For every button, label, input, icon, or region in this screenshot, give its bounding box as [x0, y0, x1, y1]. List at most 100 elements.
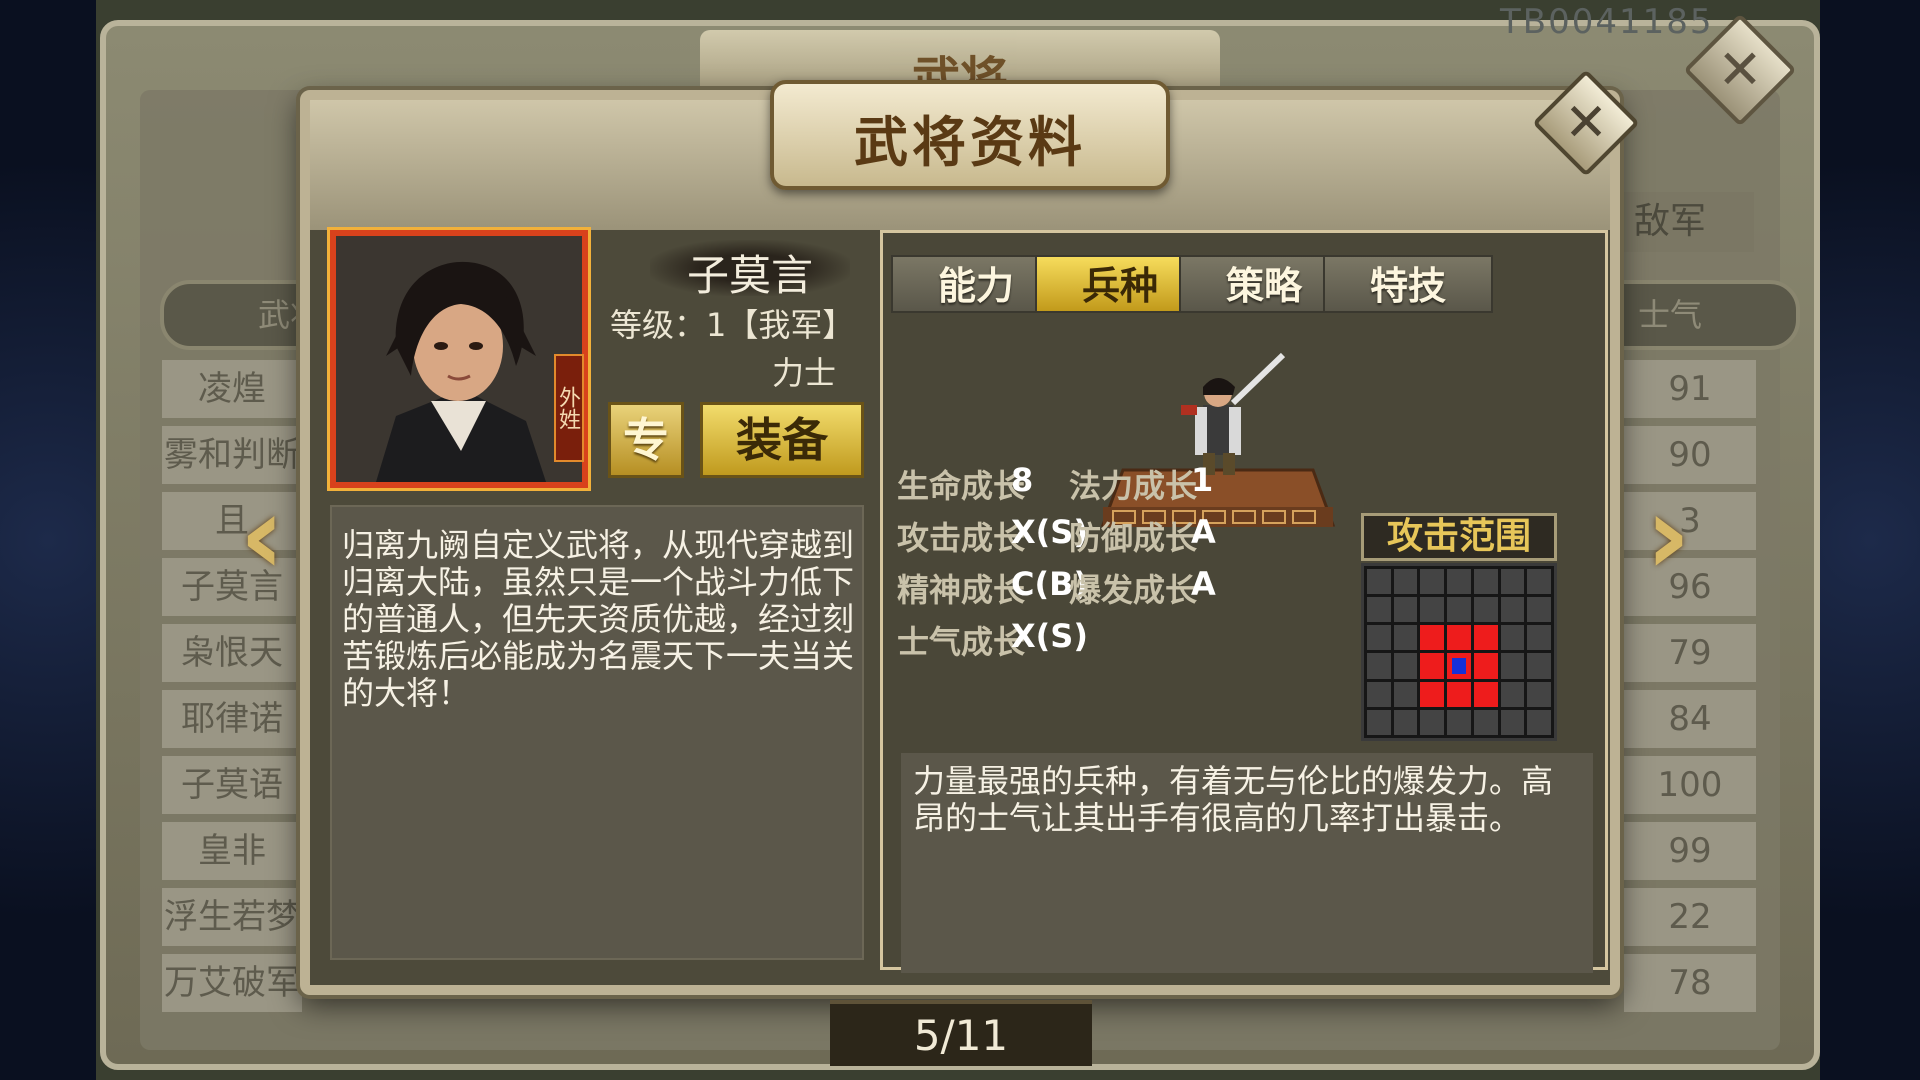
background-army-label: 敌军 — [1624, 192, 1754, 252]
range-cell — [1473, 709, 1498, 735]
range-cell — [1447, 597, 1471, 623]
stat-label-spirit: 精神成长 — [897, 571, 1026, 609]
left-edge-decor — [0, 0, 96, 1080]
unit-description-box: 力量最强的兵种，有着无与伦比的爆发力。高昂的士气让其出手有很高的几率打出暴击。 — [901, 753, 1593, 973]
range-cell — [1447, 681, 1471, 707]
background-value-row: 99 — [1624, 822, 1756, 880]
range-cell — [1393, 569, 1418, 595]
close-icon: ✕ — [1564, 93, 1608, 153]
range-cell — [1527, 653, 1551, 679]
range-cell — [1393, 597, 1418, 623]
background-code: TB0041185 — [1500, 2, 1714, 42]
background-value-row: 84 — [1624, 690, 1756, 748]
range-cell — [1500, 653, 1525, 679]
level-value: 1【我军】 — [706, 306, 855, 344]
range-cell — [1393, 681, 1418, 707]
range-cell — [1527, 681, 1551, 707]
range-cell — [1473, 597, 1498, 623]
range-cell — [1420, 653, 1445, 679]
general-level: 等级：1【我军】 — [610, 300, 854, 346]
general-portrait: 外姓 — [327, 227, 591, 491]
range-cell — [1500, 597, 1525, 623]
background-name-row: 枭恨天 — [162, 624, 302, 682]
background-name-list: 凌煌 雾和判断且子莫言 枭恨天 耶律诺 子莫语 皇非 浮生若梦 万艾破军 — [162, 360, 302, 1020]
range-cell — [1393, 709, 1418, 735]
stat-label-attack: 攻击成长 — [897, 519, 1026, 557]
equip-button[interactable]: 装备 — [700, 402, 864, 478]
stat-value-mp: 1 — [1191, 461, 1214, 499]
tab-skill[interactable]: 特技 — [1323, 255, 1493, 313]
background-value-list: 91 90 3 96 79 84 100 99 22 78 — [1624, 360, 1756, 1020]
range-cell — [1367, 709, 1391, 735]
attack-range-grid — [1361, 563, 1557, 741]
stat-value-hp: 8 — [1011, 461, 1034, 499]
stat-label-mp: 法力成长 — [1069, 467, 1198, 505]
general-unit-class: 力士 — [772, 354, 837, 392]
range-cell — [1500, 709, 1525, 735]
next-arrow-icon[interactable]: › — [1628, 480, 1708, 590]
stat-value-burst: A — [1191, 565, 1216, 603]
stat-label-burst: 爆发成长 — [1069, 571, 1198, 609]
right-edge-decor — [1820, 0, 1920, 1080]
background-name-row: 万艾破军 — [162, 954, 302, 1012]
general-bio: 归离九阙自定义武将，从现代穿越到归离大陆，虽然只是一个战斗力低下的普通人，但先天… — [342, 526, 855, 712]
range-cell — [1420, 625, 1445, 651]
range-cell — [1500, 569, 1525, 595]
stat-label-morale: 士气成长 — [897, 623, 1026, 661]
prev-arrow-icon[interactable]: ‹ — [222, 480, 302, 590]
stat-label-defense: 防御成长 — [1069, 519, 1198, 557]
background-name-row: 凌煌 — [162, 360, 302, 418]
background-value-row: 78 — [1624, 954, 1756, 1012]
range-cell — [1500, 625, 1525, 651]
background-name-row: 浮生若梦 — [162, 888, 302, 946]
background-value-row: 100 — [1624, 756, 1756, 814]
background-name-row: 子莫语 — [162, 756, 302, 814]
range-cell — [1527, 597, 1551, 623]
dialog-title: 武将资料 — [854, 111, 1086, 174]
general-name: 子莫言 — [686, 251, 813, 300]
range-cell — [1367, 681, 1391, 707]
bio-box: 归离九阙自定义武将，从现代穿越到归离大陆，虽然只是一个战斗力低下的普通人，但先天… — [330, 505, 864, 960]
unit-description: 力量最强的兵种，有着无与伦比的爆发力。高昂的士气让其出手有很高的几率打出暴击。 — [913, 762, 1554, 837]
range-cell — [1473, 569, 1498, 595]
range-cell — [1527, 625, 1551, 651]
level-label: 等级： — [610, 306, 707, 344]
close-icon: ✕ — [1717, 38, 1763, 101]
range-cell — [1367, 625, 1391, 651]
range-cell — [1473, 625, 1498, 651]
range-cell — [1393, 625, 1418, 651]
background-value-row: 79 — [1624, 624, 1756, 682]
range-cell — [1447, 709, 1471, 735]
stat-label-hp: 生命成长 — [897, 467, 1026, 505]
range-cell — [1447, 625, 1471, 651]
range-cell — [1393, 653, 1418, 679]
range-cell — [1420, 681, 1445, 707]
background-name-row: 皇非 — [162, 822, 302, 880]
exclusive-button[interactable]: 专 — [608, 402, 684, 478]
stat-value-morale: X(S) — [1011, 617, 1088, 655]
background-value-row: 22 — [1624, 888, 1756, 946]
range-cell — [1473, 653, 1498, 679]
range-cell — [1420, 569, 1445, 595]
range-cell-self — [1447, 653, 1471, 679]
attack-range-title: 攻击范围 — [1361, 513, 1557, 561]
range-cell — [1420, 709, 1445, 735]
range-cell — [1527, 569, 1551, 595]
range-cell — [1367, 597, 1391, 623]
range-cell — [1367, 569, 1391, 595]
detail-panel: 能力 兵种 策略 特技 生命成长 8 法力成长 1 攻击成长 X(S) 防御成长… — [880, 230, 1608, 973]
range-cell — [1420, 597, 1445, 623]
background-name-row: 耶律诺 — [162, 690, 302, 748]
range-cell — [1447, 569, 1471, 595]
background-value-row: 91 — [1624, 360, 1756, 418]
unit-sprite — [1100, 352, 1336, 527]
range-cell — [1367, 653, 1391, 679]
general-info-dialog: 武将资料 ✕ 外姓 子莫言 等级：1【我军】 力士 专 装备 归离九阙自定义武将… — [300, 69, 1640, 995]
stat-value-defense: A — [1191, 513, 1216, 551]
dialog-title-plate: 武将资料 — [770, 80, 1170, 190]
portrait-image — [336, 236, 582, 482]
portrait-tag: 外姓 — [554, 354, 584, 462]
range-cell — [1473, 681, 1498, 707]
page-indicator: 5/11 — [830, 1000, 1092, 1066]
range-cell — [1527, 709, 1551, 735]
